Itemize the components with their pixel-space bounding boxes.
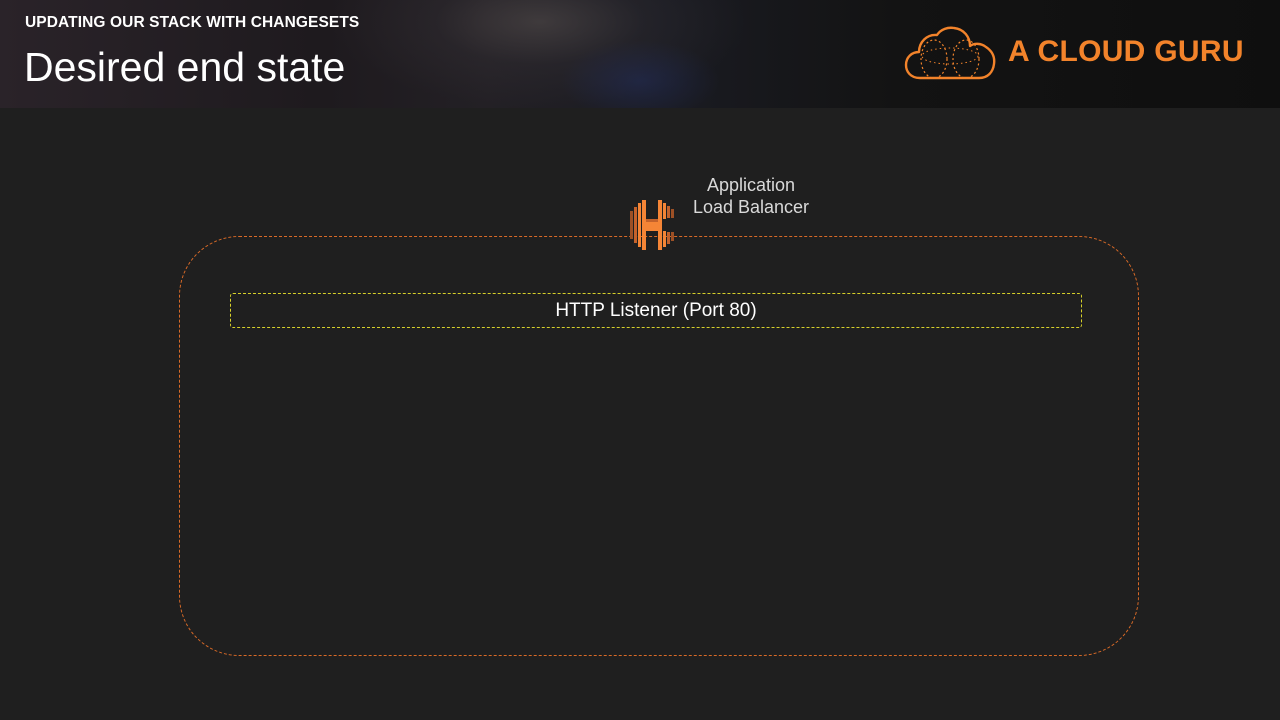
load-balancer-label-line-1: Application	[706, 175, 796, 195]
load-balancer-label-line-2: Load Balancer	[692, 197, 810, 217]
slide: UPDATING OUR STACK WITH CHANGESETS Desir…	[0, 0, 1280, 720]
a-cloud-guru-logo: A CLOUD GURU	[904, 26, 1244, 82]
load-balancer-label: Application Load Balancer	[670, 174, 832, 218]
presenter-photo-background-detail	[560, 40, 720, 108]
cloud-icon	[904, 26, 996, 80]
elastic-load-balancing-icon	[630, 200, 674, 250]
section-kicker: UPDATING OUR STACK WITH CHANGESETS	[25, 14, 360, 31]
page-title: Desired end state	[24, 44, 346, 90]
header-banner: UPDATING OUR STACK WITH CHANGESETS Desir…	[0, 0, 1280, 108]
logo-text: A CLOUD GURU	[1008, 35, 1244, 68]
http-listener-label: HTTP Listener (Port 80)	[555, 299, 757, 321]
http-listener-box: HTTP Listener (Port 80)	[230, 293, 1082, 328]
